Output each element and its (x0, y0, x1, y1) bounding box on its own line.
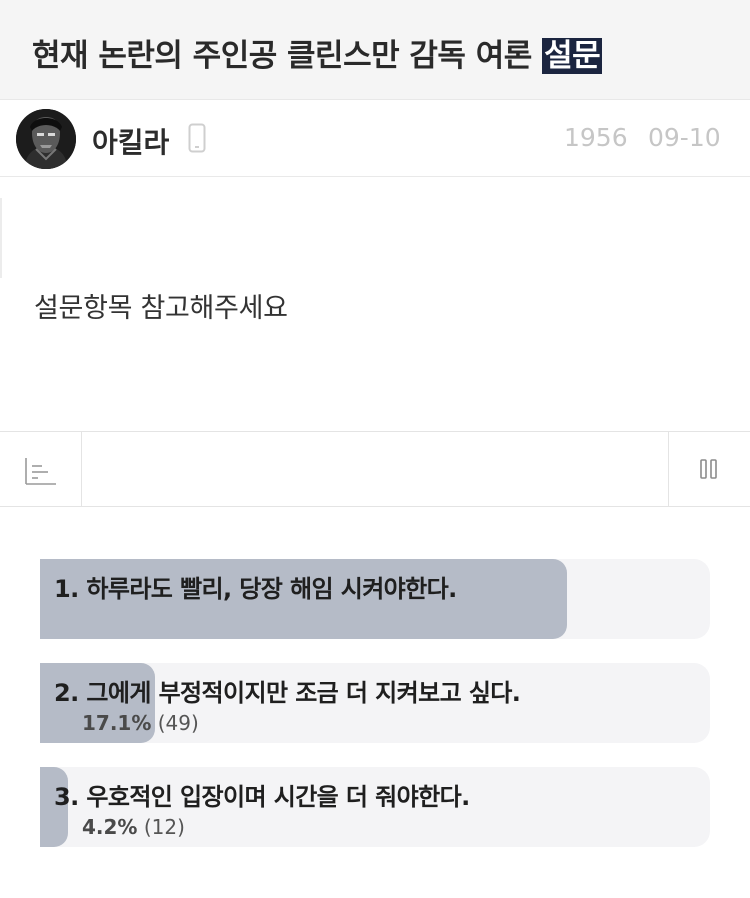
poll-option-3[interactable]: 3. 우호적인 입장이며 시간을 더 줘야한다. 4.2% (12) (40, 767, 710, 847)
toolbar-pause-button[interactable] (668, 432, 750, 506)
poll-option-stat: 4.2% (12) (82, 815, 185, 839)
poll-option-percent: 17.1% (82, 711, 152, 735)
content-toolbar (0, 431, 750, 507)
post-title-bar: 현재 논란의 주인공 클린스만 감독 여론 설문 (0, 0, 750, 100)
toolbar-chart-button[interactable] (0, 432, 82, 506)
post-title-highlight: 설문 (542, 38, 603, 74)
poll-option-count: (49) (157, 711, 199, 735)
author-name[interactable]: 아킬라 (92, 121, 169, 161)
avatar[interactable] (16, 109, 76, 169)
mobile-phone-icon (188, 123, 206, 153)
poll-option-percent: 4.2% (82, 815, 138, 839)
poll-option-count: (12) (143, 815, 185, 839)
post-date: 09-10 (648, 123, 721, 152)
post-title-text: 현재 논란의 주인공 클린스만 감독 여론 (32, 38, 532, 74)
poll-option-label: 1. 하루라도 빨리, 당장 해임 시켜야한다. (54, 575, 457, 603)
post-title: 현재 논란의 주인공 클린스만 감독 여론 설문 (32, 30, 603, 75)
poll-option-2[interactable]: 2. 그에게 부정적이지만 조금 더 지켜보고 싶다. 17.1% (49) (40, 663, 710, 743)
view-count: 1956 (564, 123, 628, 152)
poll-option-label: 3. 우호적인 입장이며 시간을 더 줘야한다. (54, 783, 470, 811)
poll-option-label: 2. 그에게 부정적이지만 조금 더 지켜보고 싶다. (54, 679, 521, 707)
poll-option-stat: 17.1% (49) (82, 711, 199, 735)
content-edge-divider (0, 198, 2, 278)
poll-option-1[interactable]: 1. 하루라도 빨리, 당장 해임 시켜야한다. (40, 559, 710, 639)
post-body: 설문항목 참고해주세요 (34, 293, 288, 324)
author-bar: 아킬라 1956 09-10 (0, 101, 750, 177)
